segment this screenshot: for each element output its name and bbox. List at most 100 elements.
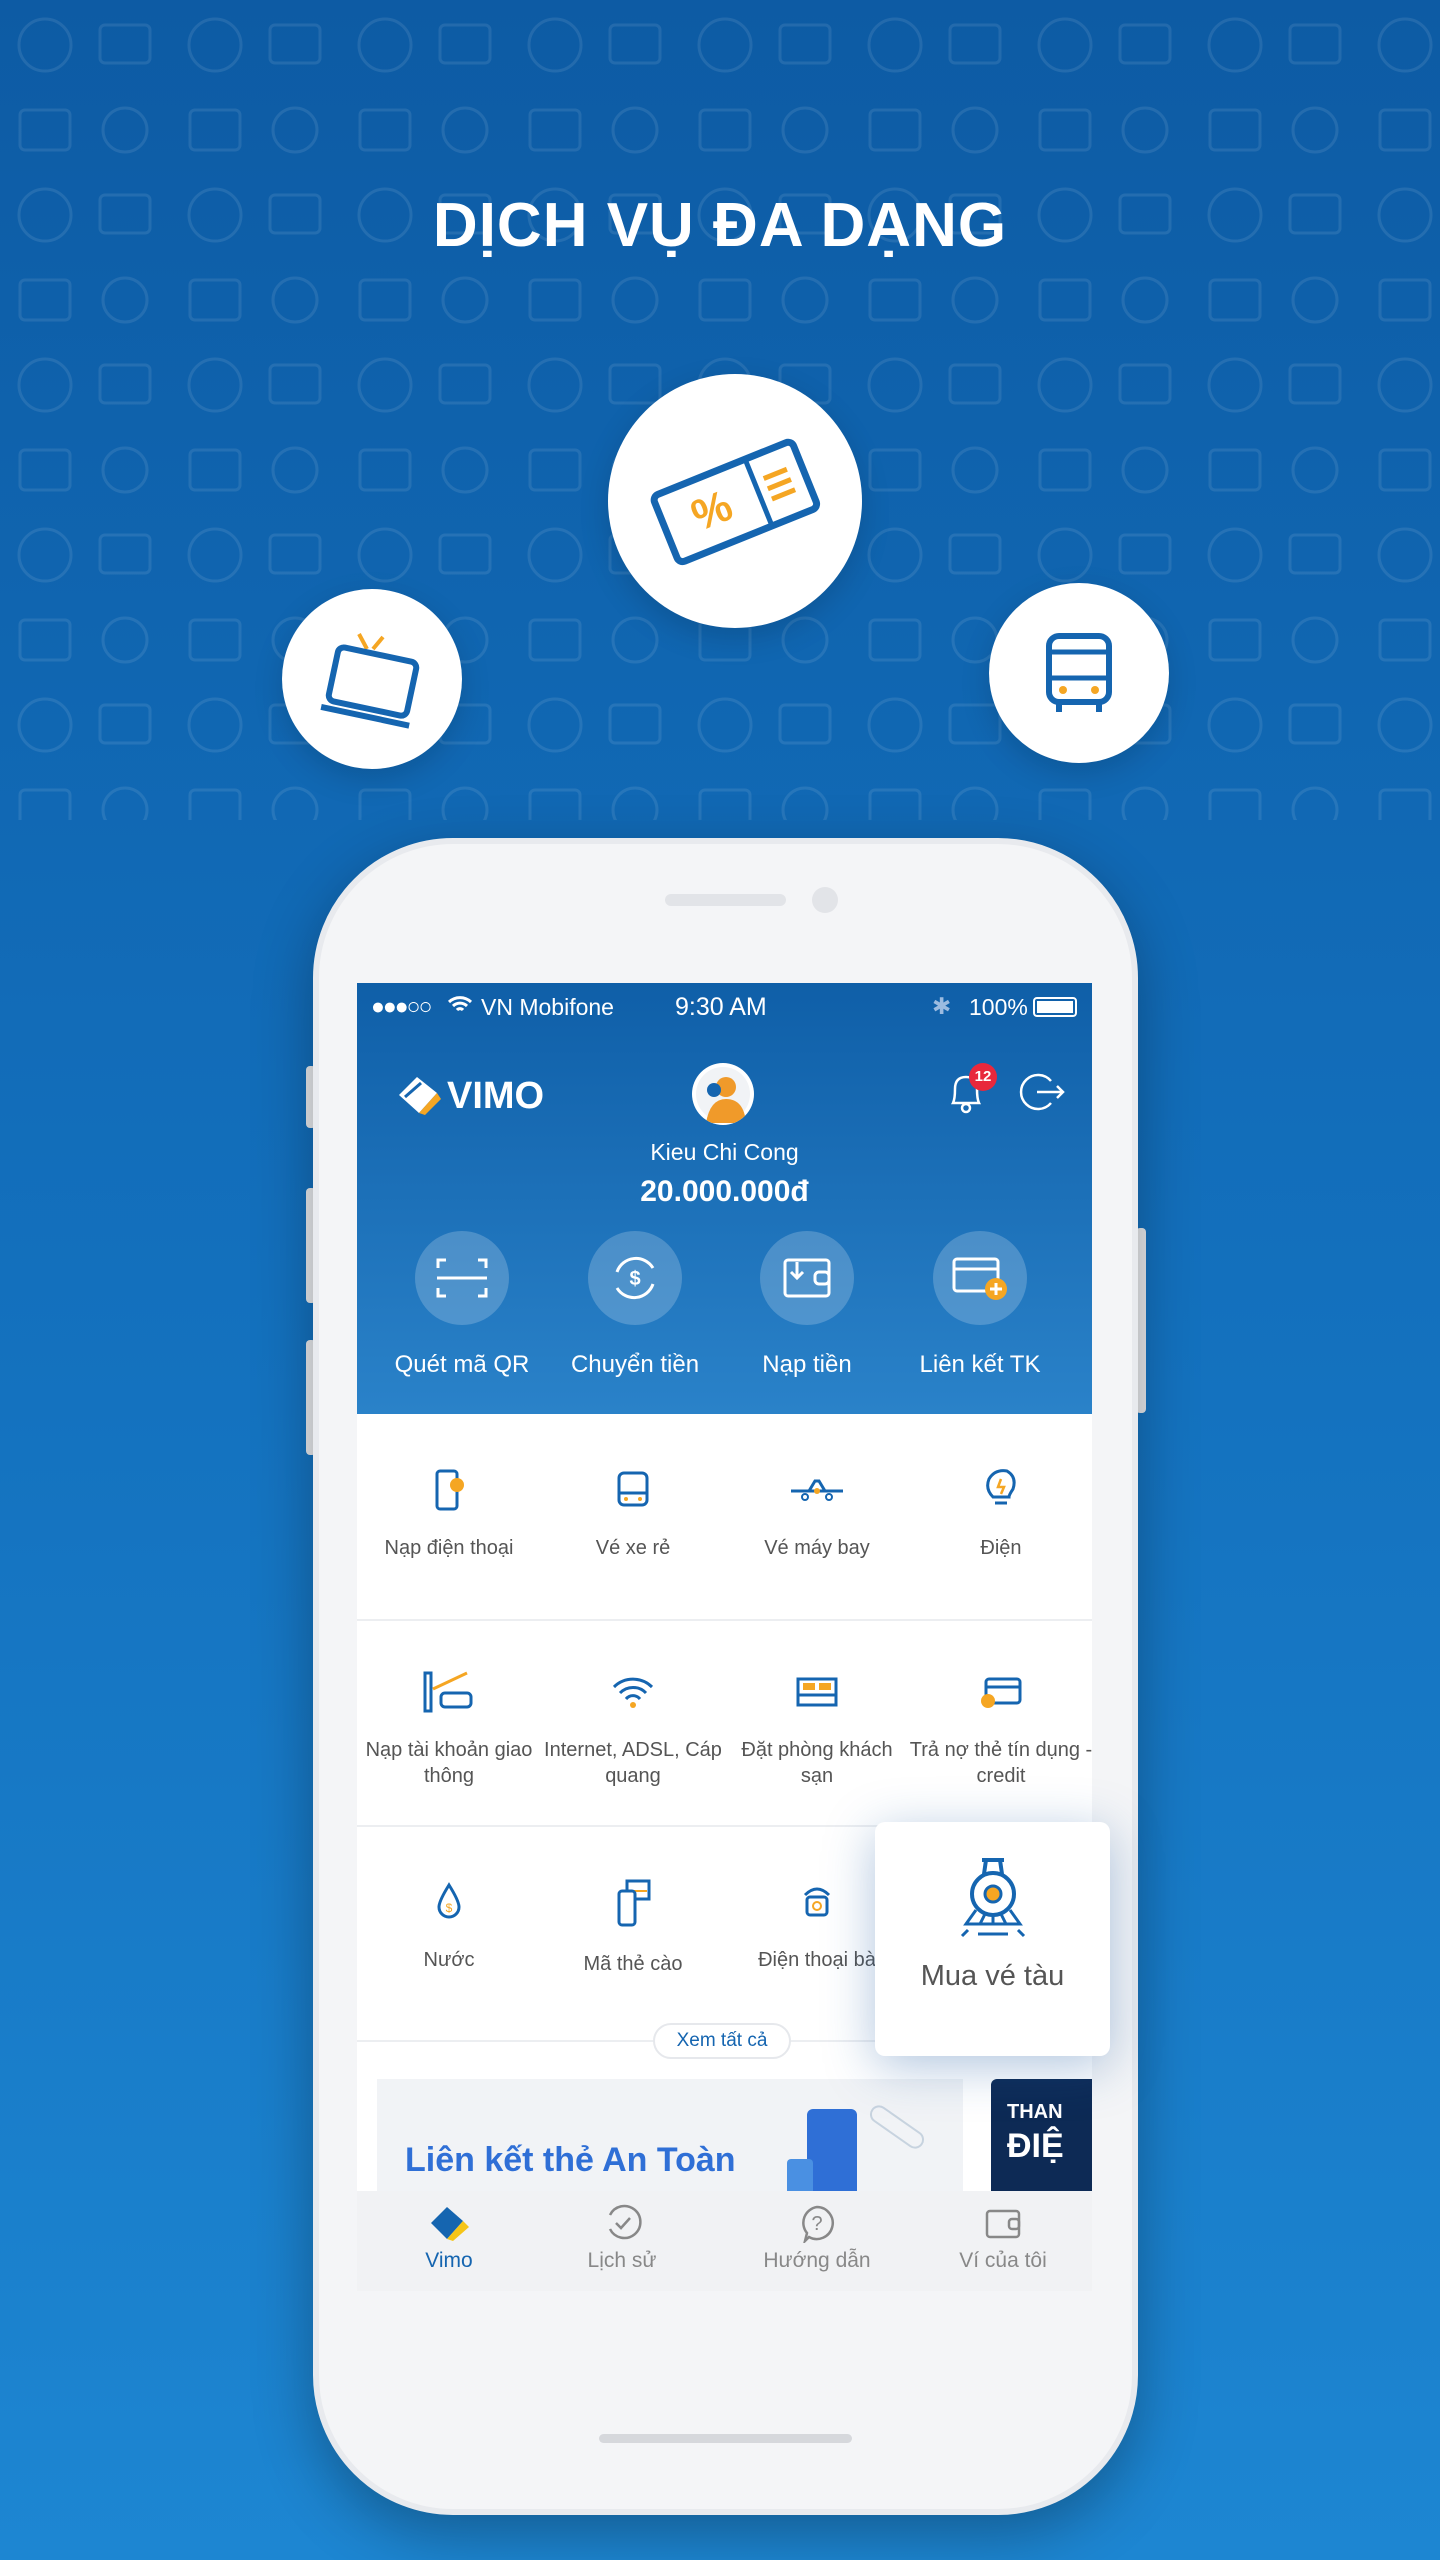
phone-speaker [665,894,786,906]
voucher-ticket-icon: % [650,438,821,566]
clock: 9:30 AM [675,993,767,1021]
link-card-icon [952,1257,1007,1300]
phone-camera [812,887,838,913]
service-traffic-account[interactable]: Nạp tài khoản giao thông [357,1669,541,1789]
tv-bubble [282,589,462,769]
landline-phone-icon [803,1887,831,1917]
popup-label: Mua vé tàu [920,1960,1065,1992]
app-header: ●●●○○ VN Mobifone 9:30 AM ✱ 100% VIMO 12… [357,983,1092,1414]
wallet-icon [985,2209,1021,2239]
water-drop-icon: $ [437,1882,461,1919]
toll-icon [423,1671,473,1713]
bus-icon [617,1471,649,1507]
service-flight-ticket[interactable]: Vé máy bay [725,1467,909,1561]
action-link-account[interactable]: Liên kết TK [895,1231,1065,1379]
service-label: Trả nợ thẻ tín dụng - credit [909,1739,1092,1787]
service-label: Điện thoại bà [758,1949,876,1971]
nav-wallet[interactable]: Ví của tôi [911,2203,1092,2273]
nav-label: Lịch sử [587,2249,657,2272]
nav-label: Vimo [425,2249,473,2272]
service-label: Nạp điện thoại [384,1537,514,1559]
service-credit-card[interactable]: Trả nợ thẻ tín dụng - credit [909,1669,1092,1789]
bluetooth-icon: ✱ [932,993,952,1019]
nav-history[interactable]: Lịch sử [530,2203,714,2273]
carrier-name: VN Mobifone [481,994,614,1020]
avatar[interactable] [692,1063,754,1125]
service-label: Đặt phòng khách sạn [741,1739,893,1787]
nav-label: Hướng dẫn [763,2249,871,2272]
headline: DỊCH VỤ ĐA DẠNG [432,191,1008,260]
battery-icon [1033,997,1077,1017]
action-topup[interactable]: Nạp tiền [722,1231,892,1379]
train-ticket-popup[interactable]: Mua vé tàu [875,1822,1110,2056]
vimo-logo-icon [431,2207,469,2241]
vimo-logo-icon [399,1077,441,1115]
credit-card-icon [981,1677,1022,1708]
help-question-icon: ? [802,2205,834,2246]
grid-divider [357,1619,1092,1621]
voucher-bubble: % [608,374,862,628]
action-transfer[interactable]: $ Chuyển tiền [550,1231,720,1379]
service-internet[interactable]: Internet, ADSL, Cáp quang [541,1669,725,1789]
service-label: Vé máy bay [764,1537,870,1559]
banner-title: Liên kết thẻ An Toàn [405,2141,736,2179]
service-scratch-card[interactable]: Mã thẻ cào [541,1879,725,1977]
svg-text:?: ? [811,2213,822,2235]
scratch-card-icon [617,1879,651,1927]
lightbulb-icon [986,1469,1016,1505]
action-label: Quét mã QR [394,1351,530,1378]
money-transfer-icon: $ [615,1256,655,1300]
phone-topup-icon [435,1469,464,1511]
user-avatar-icon [696,1067,750,1123]
service-label: Internet, ADSL, Cáp quang [544,1739,722,1787]
signal-icon: ●●●○○ [371,993,432,1019]
account-balance: 20.000.000đ [640,1175,809,1208]
wifi-icon [447,996,473,1012]
action-qr-scan[interactable]: Quét mã QR [377,1231,547,1379]
service-hotel[interactable]: Đặt phòng khách sạn [725,1669,909,1789]
service-phone-topup[interactable]: Nạp điện thoại [357,1467,541,1561]
banner-2-text: THAN [1007,2101,1063,2123]
promo-banner-2[interactable]: THAN ĐIỆ [991,2079,1092,2199]
battery-percent: 100% [969,994,1028,1020]
bed-icon [796,1677,838,1707]
nav-vimo[interactable]: Vimo [357,2203,541,2273]
train-icon [960,1858,1025,1938]
service-label: Điện [980,1537,1022,1559]
home-indicator [599,2434,852,2443]
see-all-button[interactable]: Xem tất cả [653,2023,791,2059]
service-water[interactable]: $ Nước [357,1879,541,1973]
wallet-topup-icon [783,1258,831,1298]
nav-guide[interactable]: ? Hướng dẫn [725,2203,909,2273]
action-label: Nạp tiền [762,1351,852,1378]
app-screen: ●●●○○ VN Mobifone 9:30 AM ✱ 100% VIMO 12… [357,983,1092,2291]
action-label: Chuyển tiền [570,1351,700,1378]
promo-banner[interactable]: Liên kết thẻ An Toàn [377,2079,963,2199]
brand-name: VIMO [447,1075,545,1117]
action-label: Liên kết TK [919,1351,1041,1378]
user-name: Kieu Chi Cong [650,1139,799,1165]
svg-text:$: $ [446,1901,453,1915]
history-icon [608,2204,642,2240]
service-electricity[interactable]: Điện [909,1467,1092,1561]
qr-scan-icon [436,1258,488,1298]
banner-card-illustration [787,2105,925,2199]
bus-icon [1046,633,1112,712]
plane-icon [791,1479,843,1501]
service-label: Mã thẻ cào [583,1953,683,1975]
svg-text:%: % [685,481,740,541]
wifi-icon [612,1677,654,1708]
banner-2-text: ĐIỆ [1007,2127,1064,2165]
bus-bubble [989,583,1169,763]
bottom-nav: Vimo Lịch sử ? Hướng dẫn Ví của tôi [357,2191,1092,2291]
service-label: Nạp tài khoản giao thông [365,1739,533,1787]
service-label: Vé xe rẻ [595,1537,671,1559]
service-bus-ticket[interactable]: Vé xe rẻ [541,1467,725,1561]
service-label: Nước [423,1949,475,1971]
tv-icon [320,633,420,729]
status-bar: ●●●○○ VN Mobifone 9:30 AM ✱ 100% [357,983,1092,1032]
notification-badge: 12 [969,1063,997,1091]
svg-text:$: $ [629,1268,640,1290]
nav-label: Ví của tôi [959,2249,1047,2272]
logout-icon[interactable] [1017,1071,1067,1113]
